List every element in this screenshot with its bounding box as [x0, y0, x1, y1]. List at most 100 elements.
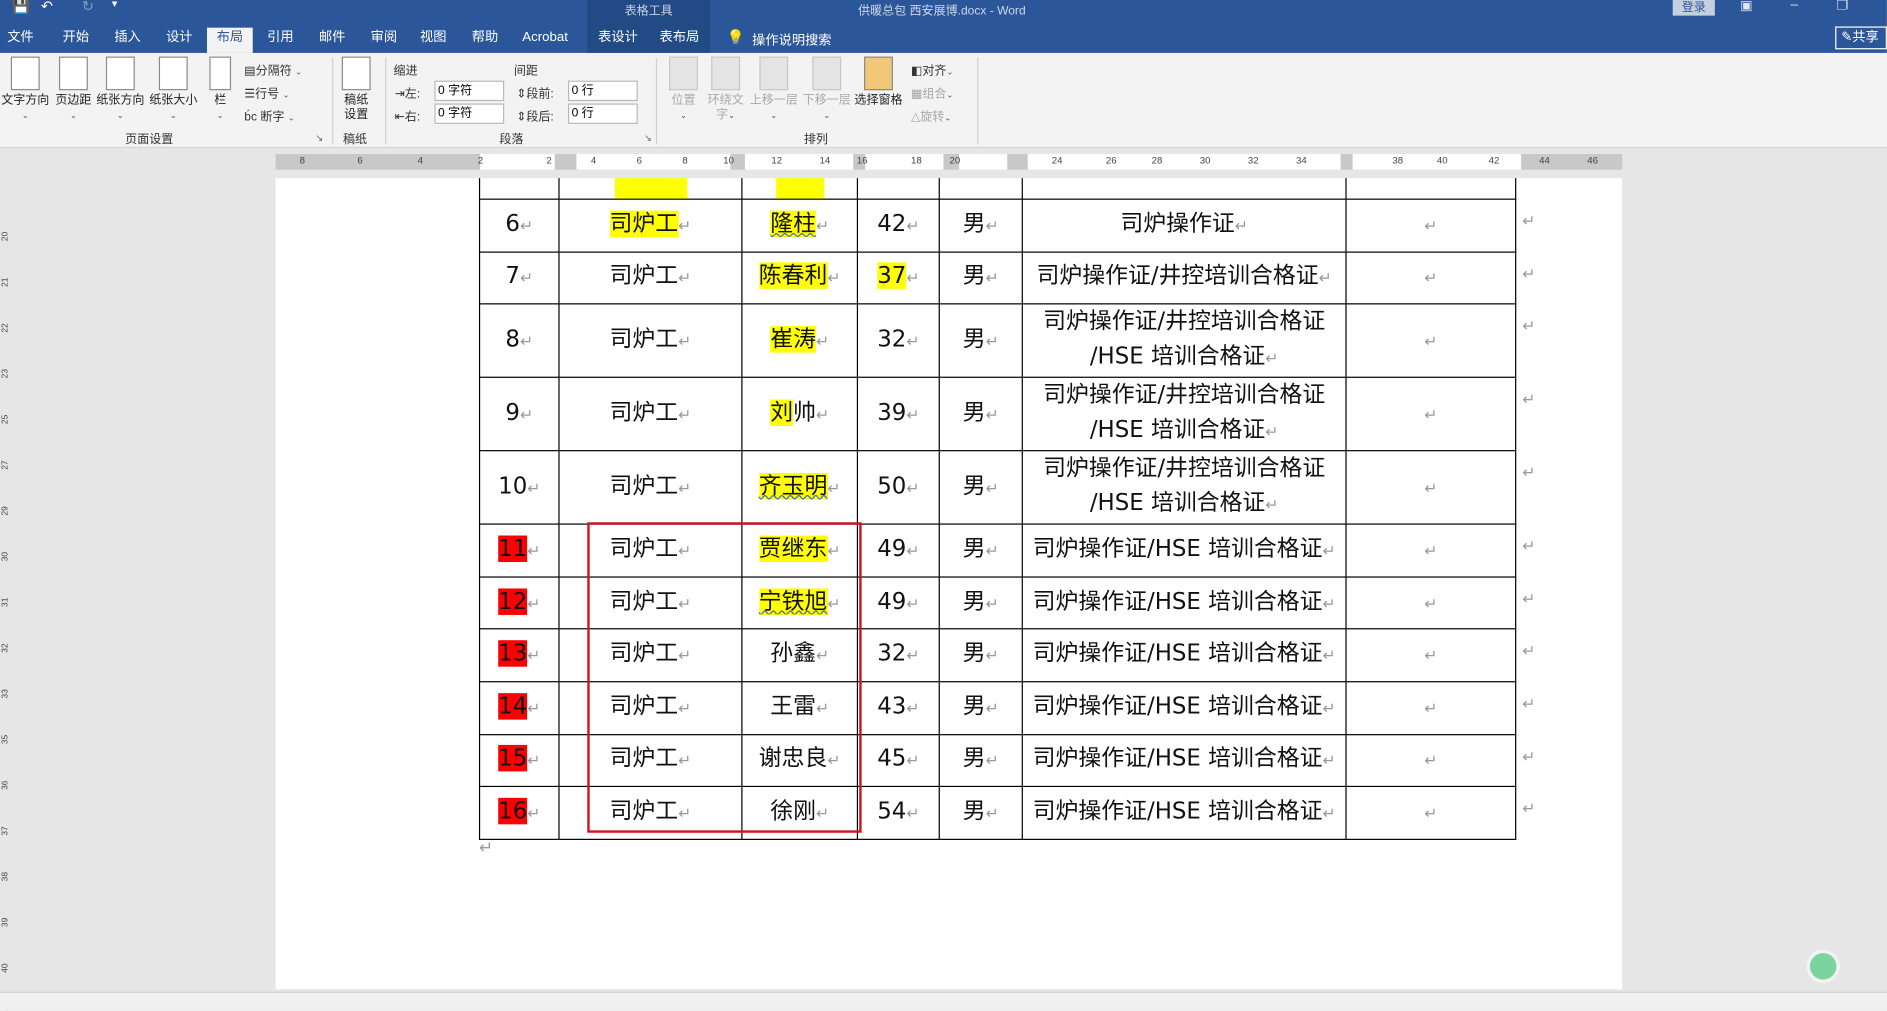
name-cell[interactable]: 齐玉明: [741, 450, 859, 525]
tell-me-search[interactable]: 操作说明搜索: [752, 30, 831, 49]
indent-right-input[interactable]: 0 字符: [434, 103, 505, 124]
remarks-cell[interactable]: [1345, 733, 1536, 788]
selection-pane-button[interactable]: 选择窗格: [853, 56, 904, 109]
row-number-cell[interactable]: 14: [478, 681, 560, 735]
certificate-cell[interactable]: 司炉操作证/井控培训合格证/HSE 培训合格证: [1021, 303, 1347, 379]
certificate-cell[interactable]: 司炉操作证/HSE 培训合格证: [1021, 733, 1347, 788]
send-backward-button[interactable]: 下移一层 ⌄: [801, 56, 852, 124]
age-cell[interactable]: 32: [856, 628, 940, 683]
customize-quick-access-icon[interactable]: ▾: [112, 0, 117, 11]
text-direction-button[interactable]: 文字方向 ⌄: [0, 56, 51, 124]
age-cell[interactable]: 50: [856, 450, 940, 525]
table-cell[interactable]: [856, 178, 940, 200]
position-button[interactable]: 位置 ⌄: [669, 56, 698, 124]
certificate-cell[interactable]: 司炉操作证: [1021, 198, 1347, 253]
horizontal-ruler[interactable]: 8 6 4 2 2 4 6 8 10 12 14 16 18 20 24 26 28 30 32 34 38 40 42 44…: [275, 154, 1623, 170]
minimize-icon[interactable]: –: [1791, 0, 1798, 12]
remarks-cell[interactable]: [1345, 303, 1536, 379]
table-cell[interactable]: [478, 178, 560, 200]
gender-cell[interactable]: 男: [938, 523, 1023, 578]
remarks-cell[interactable]: [1345, 251, 1536, 305]
table-cell[interactable]: [938, 178, 1023, 200]
job-title-cell[interactable]: 司炉工: [558, 303, 743, 379]
remarks-cell[interactable]: [1345, 523, 1536, 578]
align-button[interactable]: ◧对齐⌄: [911, 60, 954, 78]
gender-cell[interactable]: 男: [938, 786, 1023, 840]
age-cell[interactable]: 54: [856, 786, 940, 840]
group-button[interactable]: ▦组合⌄: [911, 83, 954, 101]
gender-cell[interactable]: 男: [938, 733, 1023, 788]
row-number-cell[interactable]: 8: [478, 303, 560, 379]
remarks-cell[interactable]: [1345, 198, 1536, 253]
name-cell[interactable]: 崔涛: [741, 303, 859, 379]
certificate-cell[interactable]: 司炉操作证/井控培训合格证/HSE 培训合格证: [1021, 450, 1347, 525]
tab-3[interactable]: 设计: [159, 28, 200, 53]
indent-left-input[interactable]: 0 字符: [434, 80, 505, 102]
age-cell[interactable]: 42: [856, 198, 940, 253]
line-numbers-button[interactable]: ☰行号 ⌄: [244, 83, 289, 101]
spacing-after-input[interactable]: 0 行: [568, 103, 638, 124]
age-cell[interactable]: 49: [856, 576, 940, 630]
gender-cell[interactable]: 男: [938, 303, 1023, 379]
row-number-cell[interactable]: 12: [478, 576, 560, 630]
age-cell[interactable]: 49: [856, 523, 940, 578]
table-cell[interactable]: [741, 178, 859, 200]
table-cell[interactable]: [1345, 178, 1517, 200]
row-number-cell[interactable]: 7: [478, 251, 560, 305]
restore-icon[interactable]: ❐: [1836, 0, 1848, 13]
tab-9[interactable]: 帮助: [465, 28, 506, 53]
orientation-button[interactable]: 纸张方向 ⌄: [95, 56, 146, 124]
gender-cell[interactable]: 男: [938, 681, 1023, 735]
assistant-logo-icon[interactable]: [1806, 949, 1840, 984]
table-cell[interactable]: [1021, 178, 1347, 200]
job-title-cell[interactable]: 司炉工: [558, 198, 743, 253]
share-button[interactable]: ✎共享: [1835, 26, 1887, 50]
remarks-cell[interactable]: [1345, 376, 1536, 452]
tab-11[interactable]: 表设计: [591, 28, 645, 53]
age-cell[interactable]: 43: [856, 681, 940, 735]
rotate-button[interactable]: △旋转⌄: [911, 106, 951, 124]
gender-cell[interactable]: 男: [938, 576, 1023, 630]
name-cell[interactable]: 刘帅: [741, 376, 859, 452]
save-icon[interactable]: 💾: [12, 0, 30, 14]
columns-button[interactable]: 栏 ⌄: [207, 56, 233, 124]
tab-8[interactable]: 视图: [413, 28, 454, 53]
paragraph-launcher-icon[interactable]: ↘: [644, 132, 652, 143]
certificate-cell[interactable]: 司炉操作证/HSE 培训合格证: [1021, 786, 1347, 840]
tab-6[interactable]: 邮件: [312, 28, 353, 53]
redo-icon[interactable]: ↻: [82, 0, 94, 14]
certificate-cell[interactable]: 司炉操作证/井控培训合格证: [1021, 251, 1347, 305]
job-title-cell[interactable]: 司炉工: [558, 376, 743, 452]
job-title-cell[interactable]: 司炉工: [558, 251, 743, 305]
age-cell[interactable]: 45: [856, 733, 940, 788]
login-button[interactable]: 登录: [1672, 0, 1715, 16]
age-cell[interactable]: 39: [856, 376, 940, 452]
remarks-cell[interactable]: [1345, 450, 1536, 525]
undo-icon[interactable]: ↶: [41, 0, 53, 14]
certificate-cell[interactable]: 司炉操作证/HSE 培训合格证: [1021, 576, 1347, 630]
breaks-button[interactable]: ▤分隔符 ⌄: [244, 60, 302, 78]
tab-1[interactable]: 开始: [55, 28, 96, 53]
row-number-cell[interactable]: 16: [478, 786, 560, 840]
certificate-cell[interactable]: 司炉操作证/HSE 培训合格证: [1021, 681, 1347, 735]
row-number-cell[interactable]: 6: [478, 198, 560, 253]
tab-4[interactable]: 布局: [206, 27, 253, 53]
remarks-cell[interactable]: [1345, 786, 1536, 840]
remarks-cell[interactable]: [1345, 576, 1536, 630]
gender-cell[interactable]: 男: [938, 251, 1023, 305]
remarks-cell[interactable]: [1345, 628, 1536, 683]
name-cell[interactable]: 隆柱: [741, 198, 859, 253]
page-setup-launcher-icon[interactable]: ↘: [315, 132, 323, 143]
vertical-ruler[interactable]: 202122232527293031323335363738394041: [0, 148, 15, 1011]
tab-5[interactable]: 引用: [260, 28, 301, 53]
name-cell[interactable]: 陈春利: [741, 251, 859, 305]
row-number-cell[interactable]: 10: [478, 450, 560, 525]
age-cell[interactable]: 32: [856, 303, 940, 379]
certificate-cell[interactable]: 司炉操作证/HSE 培训合格证: [1021, 523, 1347, 578]
margins-button[interactable]: 页边距 ⌄: [54, 56, 93, 124]
manuscript-settings-button[interactable]: 稿纸 设置: [339, 56, 373, 123]
tab-10[interactable]: Acrobat: [515, 28, 575, 53]
document-page[interactable]: 6司炉工隆柱42男司炉操作证7司炉工陈春利37男司炉操作证/井控培训合格证8司炉…: [275, 178, 1623, 990]
row-number-cell[interactable]: 11: [478, 523, 560, 578]
wrap-text-button[interactable]: 环绕文 字⌄: [705, 56, 746, 124]
